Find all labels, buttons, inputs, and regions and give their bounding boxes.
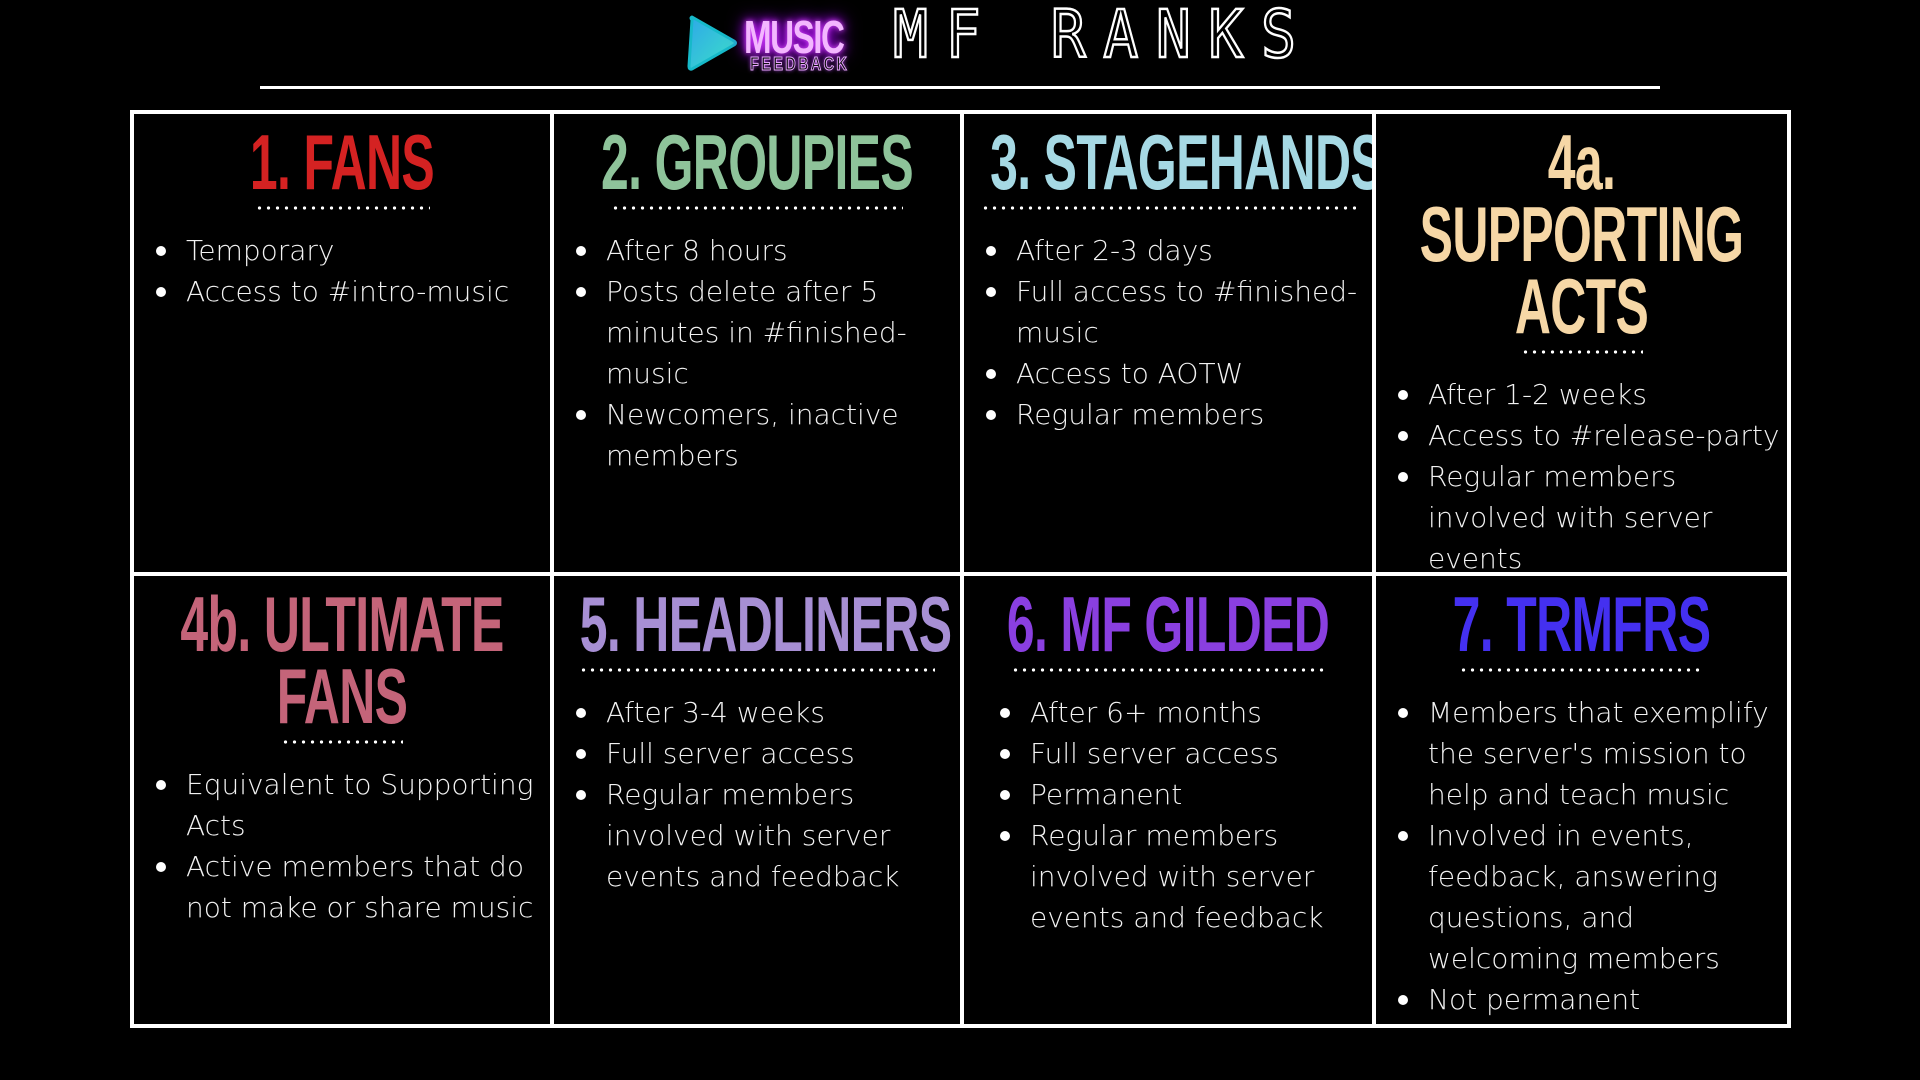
rank-card-fans: 1. FANS Temporary Access to #intro-music <box>134 114 554 576</box>
dotted-divider <box>980 206 1356 210</box>
title-divider <box>260 86 1660 89</box>
list-item: Temporary <box>154 230 544 271</box>
dotted-divider <box>1459 668 1704 672</box>
list-item: Regular members involved with server eve… <box>998 815 1366 938</box>
rank-card-supporting-acts: 4a. SUPPORTING ACTS After 1-2 weeks Acce… <box>1376 114 1787 576</box>
list-item: Regular members involved with server eve… <box>574 774 954 897</box>
page-title: MF RANKS <box>892 0 1314 74</box>
list-item: After 2-3 days <box>984 230 1366 271</box>
ranks-grid: 1. FANS Temporary Access to #intro-music… <box>130 110 1791 1028</box>
play-icon <box>687 15 737 71</box>
list-item: Active members that do not make or share… <box>154 846 544 928</box>
list-item: After 3-4 weeks <box>574 692 954 733</box>
rank-details-list: Members that exemplify the server's miss… <box>1382 692 1781 1020</box>
dotted-divider <box>1011 668 1325 672</box>
list-item: Not permanent <box>1396 979 1781 1020</box>
rank-details-list: Temporary Access to #intro-music <box>140 230 544 312</box>
rank-details-list: After 1-2 weeks Access to #release-party… <box>1382 374 1781 572</box>
dotted-divider <box>1520 350 1643 354</box>
rank-title: 5. HEADLINERS <box>579 580 952 668</box>
list-item: Access to AOTW <box>984 353 1366 394</box>
rank-details-list: After 6+ months Full server access Perma… <box>970 692 1366 938</box>
list-item: After 1-2 weeks <box>1396 374 1781 415</box>
list-item: Members that exemplify the server's miss… <box>1396 692 1781 815</box>
rank-card-ultimate-fans: 4b. ULTIMATE FANS Equivalent to Supporti… <box>134 576 554 1024</box>
rank-card-mf-gilded: 6. MF GILDED After 6+ months Full server… <box>964 576 1376 1024</box>
list-item: Regular members involved with server eve… <box>1396 456 1781 572</box>
list-item: After 8 hours <box>574 230 954 271</box>
rank-details-list: Equivalent to Supporting Acts Active mem… <box>140 764 544 928</box>
list-item: Full server access <box>574 733 954 774</box>
list-item: Access to #release-party <box>1396 415 1781 456</box>
rank-title: 6. MF GILDED <box>1006 580 1330 668</box>
list-item: Newcomers, inactive members <box>574 394 954 476</box>
header: MUSIC FEEDBACK MF RANKS <box>0 0 1920 89</box>
logo-brand-subtext: FEEDBACK <box>750 54 850 75</box>
list-item: Posts delete after 5 minutes in #finishe… <box>574 271 954 394</box>
dotted-divider <box>579 668 935 672</box>
rank-title: 4b. ULTIMATE FANS <box>180 580 504 740</box>
rank-title: 3. STAGEHANDS <box>990 118 1376 206</box>
dotted-divider <box>254 206 430 210</box>
list-item: Full access to #finished-music <box>984 271 1366 353</box>
rank-details-list: After 3-4 weeks Full server access Regul… <box>560 692 954 897</box>
rank-card-headliners: 5. HEADLINERS After 3-4 weeks Full serve… <box>554 576 964 1024</box>
dotted-divider <box>611 206 903 210</box>
rank-details-list: After 2-3 days Full access to #finished-… <box>970 230 1366 435</box>
list-item: Full server access <box>998 733 1366 774</box>
dotted-divider <box>281 740 403 744</box>
rank-title: 4a. SUPPORTING ACTS <box>1419 118 1744 350</box>
rank-title: 7. TRMFRS <box>1452 580 1711 668</box>
list-item: Access to #intro-music <box>154 271 544 312</box>
list-item: Permanent <box>998 774 1366 815</box>
rank-card-trmfrs: 7. TRMFRS Members that exemplify the ser… <box>1376 576 1787 1024</box>
list-item: Involved in events, feedback, answering … <box>1396 815 1781 979</box>
list-item: Equivalent to Supporting Acts <box>154 764 544 846</box>
music-feedback-logo: MUSIC FEEDBACK <box>680 11 880 75</box>
list-item: After 6+ months <box>998 692 1366 733</box>
rank-card-stagehands: 3. STAGEHANDS After 2-3 days Full access… <box>964 114 1376 576</box>
rank-title: 2. GROUPIES <box>601 118 914 206</box>
rank-card-groupies: 2. GROUPIES After 8 hours Posts delete a… <box>554 114 964 576</box>
rank-title: 1. FANS <box>249 118 435 206</box>
rank-details-list: After 8 hours Posts delete after 5 minut… <box>560 230 954 476</box>
list-item: Regular members <box>984 394 1366 435</box>
